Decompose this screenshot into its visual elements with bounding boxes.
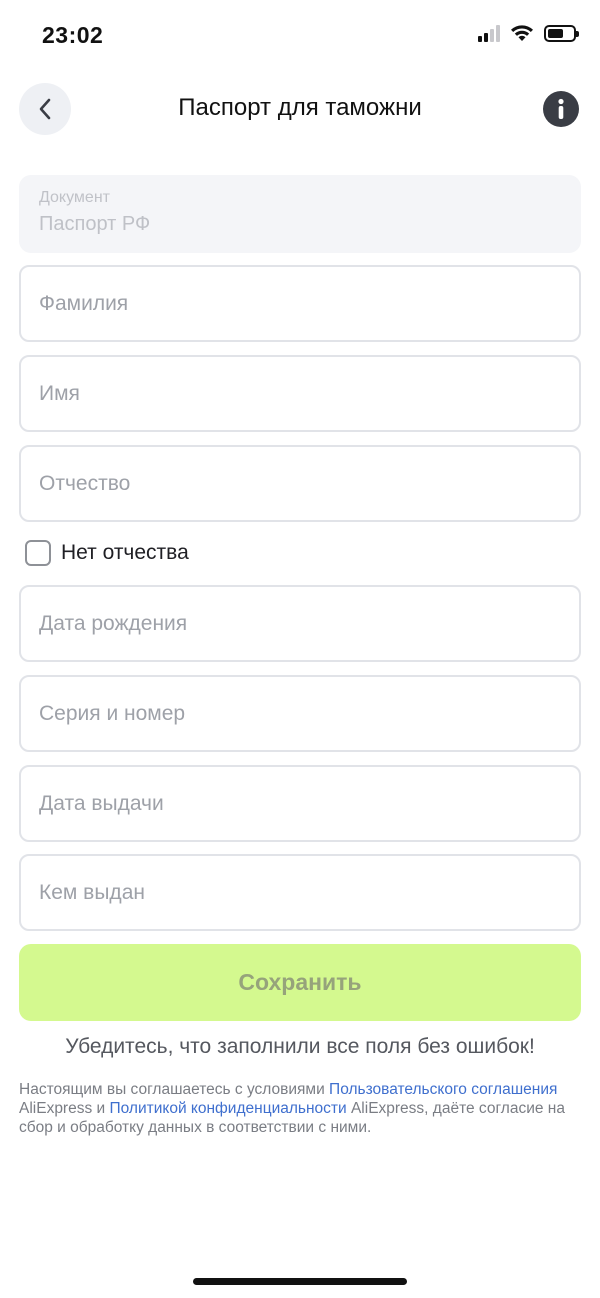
- birth-date-input[interactable]: [39, 611, 561, 636]
- birth-date-field[interactable]: [19, 585, 581, 662]
- status-bar: 23:02: [0, 0, 600, 70]
- issued-by-field[interactable]: [19, 854, 581, 931]
- document-type-label: Документ: [39, 189, 110, 206]
- battery-icon: [544, 24, 579, 42]
- legal-middle: AliExpress и: [19, 1100, 110, 1117]
- issued-by-input[interactable]: [39, 880, 561, 905]
- last-name-input[interactable]: [39, 291, 561, 316]
- page-title: Паспорт для таможни: [178, 94, 422, 121]
- last-name-field[interactable]: [19, 265, 581, 342]
- privacy-policy-link[interactable]: Политикой конфиденциальности: [110, 1100, 347, 1117]
- info-button[interactable]: [543, 91, 579, 127]
- first-name-input[interactable]: [39, 381, 561, 406]
- legal-prefix: Настоящим вы соглашаетесь с условиями: [19, 1081, 330, 1098]
- user-agreement-link[interactable]: Пользовательского соглашения: [329, 1081, 557, 1098]
- status-icons: [478, 24, 579, 42]
- no-patronymic-toggle[interactable]: Нет отчества: [25, 540, 189, 566]
- cellular-signal-icon: [478, 24, 500, 42]
- patronymic-input[interactable]: [39, 471, 561, 496]
- wifi-icon: [511, 25, 533, 41]
- nav-bar: Паспорт для таможни: [0, 80, 600, 140]
- issue-date-input[interactable]: [39, 791, 561, 816]
- document-type-field: Документ Паспорт РФ: [19, 175, 581, 253]
- home-indicator: [193, 1278, 407, 1285]
- no-patronymic-checkbox[interactable]: [25, 540, 51, 566]
- no-patronymic-label: Нет отчества: [61, 541, 189, 564]
- save-button[interactable]: Сохранить: [19, 944, 581, 1021]
- series-number-input[interactable]: [39, 701, 561, 726]
- patronymic-field[interactable]: [19, 445, 581, 522]
- issue-date-field[interactable]: [19, 765, 581, 842]
- form-hint: Убедитесь, что заполнили все поля без ош…: [65, 1035, 535, 1058]
- first-name-field[interactable]: [19, 355, 581, 432]
- info-icon: [558, 98, 564, 119]
- document-type-value: Паспорт РФ: [39, 213, 151, 235]
- status-time: 23:02: [42, 22, 104, 48]
- series-number-field[interactable]: [19, 675, 581, 752]
- legal-text: Настоящим вы соглашаетесь с условиями По…: [19, 1080, 584, 1137]
